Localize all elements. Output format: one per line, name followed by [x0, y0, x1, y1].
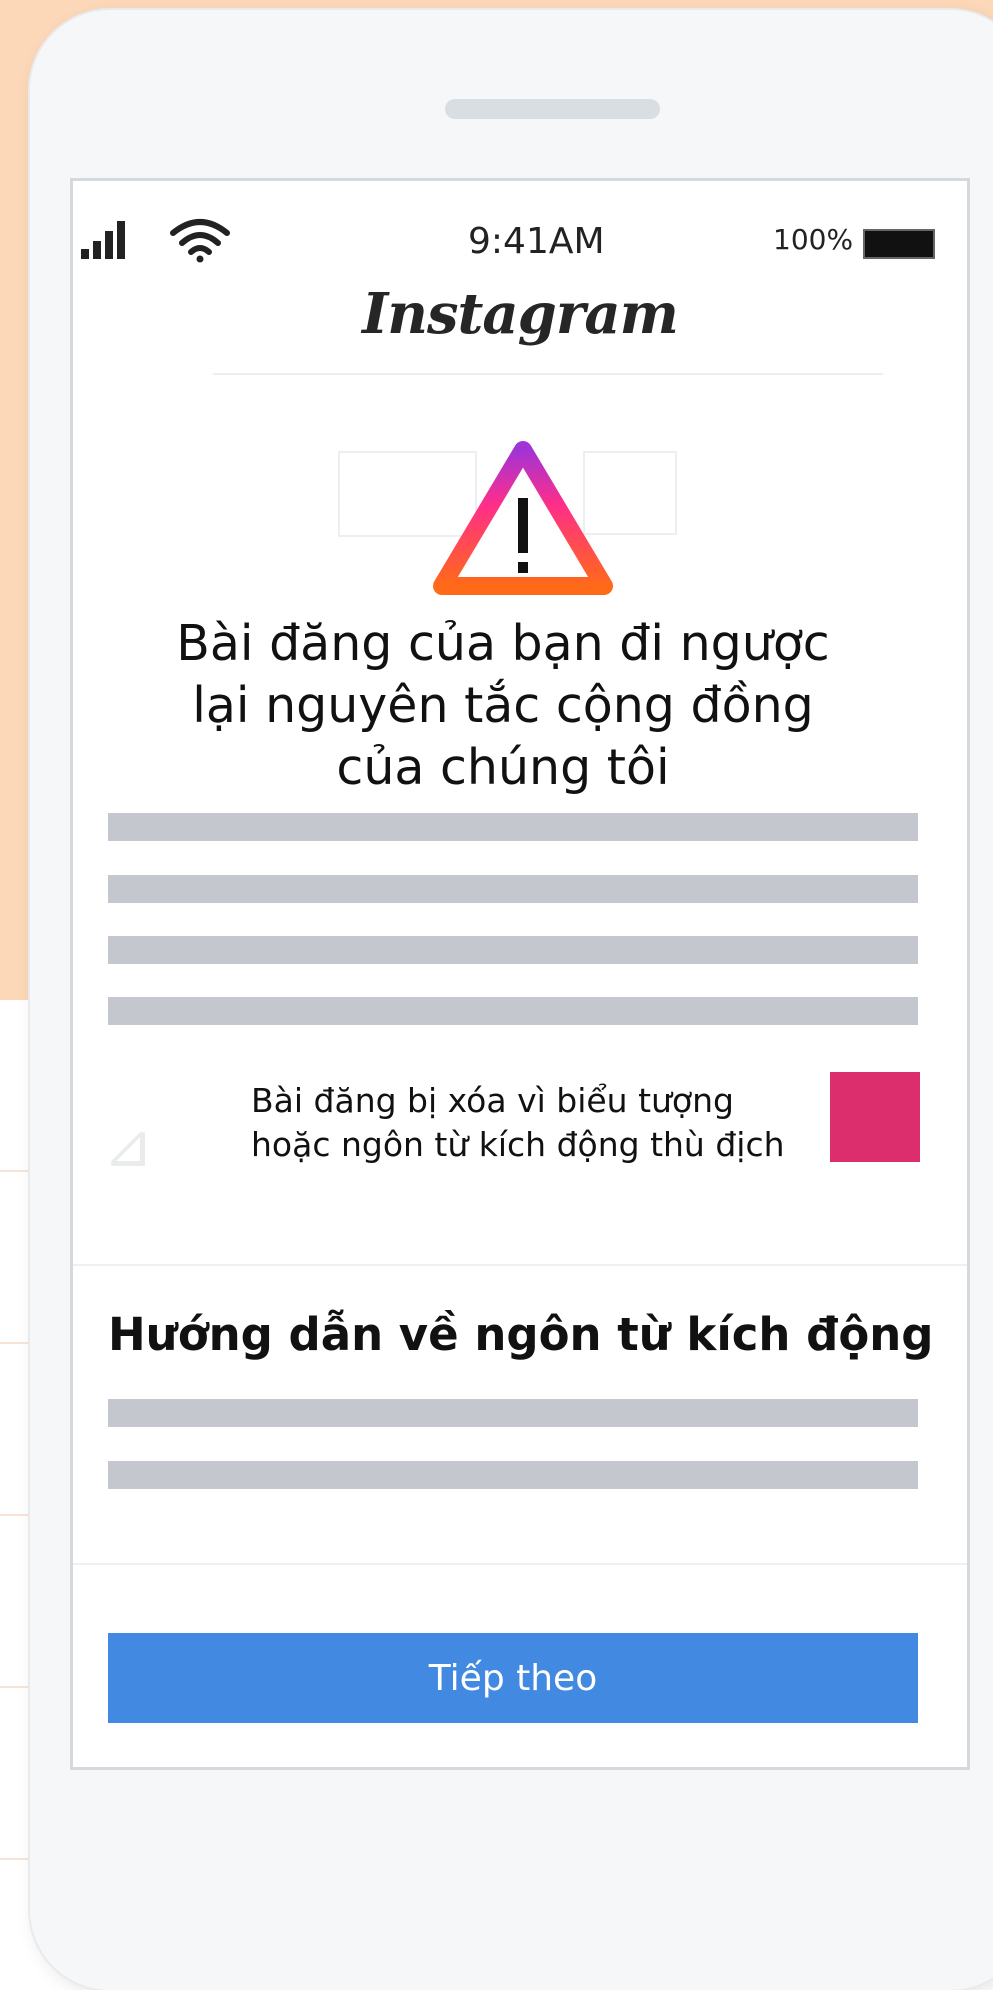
next-button[interactable]: Tiếp theo: [108, 1633, 918, 1723]
section-divider: [73, 1563, 967, 1565]
instagram-logo: Instagram: [362, 281, 679, 347]
text-placeholder-line: [108, 813, 918, 841]
warning-triangle-icon: [433, 441, 613, 595]
text-placeholder-line: [108, 997, 918, 1025]
header-divider: [213, 373, 883, 375]
status-time: 9:41AM: [468, 221, 605, 262]
removal-reason: Bài đăng bị xóa vì biểu tượng hoặc ngôn …: [251, 1079, 851, 1167]
battery-percent: 100%: [773, 223, 854, 256]
reason-thumbnail[interactable]: [830, 1072, 920, 1162]
section-divider: [73, 1264, 967, 1266]
text-placeholder-line: [108, 1461, 918, 1489]
signal-bars-icon: [81, 219, 125, 259]
phone-speaker: [445, 99, 660, 119]
ghost-symbol-icon: ⊿: [103, 1111, 154, 1181]
guidelines-heading[interactable]: Hướng dẫn về ngôn từ kích động: [108, 1308, 948, 1361]
removal-reason-line2: hoặc ngôn từ kích động thù địch: [251, 1125, 785, 1164]
removal-reason-line1: Bài đăng bị xóa vì biểu tượng: [251, 1081, 734, 1120]
text-placeholder-line: [108, 936, 918, 964]
wifi-icon: [170, 219, 230, 263]
phone-screen: 9:41AM 100% Instagram Bài đăng của bạn đ…: [70, 178, 970, 1770]
violation-title: Bài đăng của bạn đi ngược lại nguyên tắc…: [176, 615, 830, 796]
text-placeholder-line: [108, 1399, 918, 1427]
text-placeholder-line: [108, 875, 918, 903]
battery-icon: [863, 229, 935, 259]
status-bar: 9:41AM 100%: [73, 219, 967, 269]
